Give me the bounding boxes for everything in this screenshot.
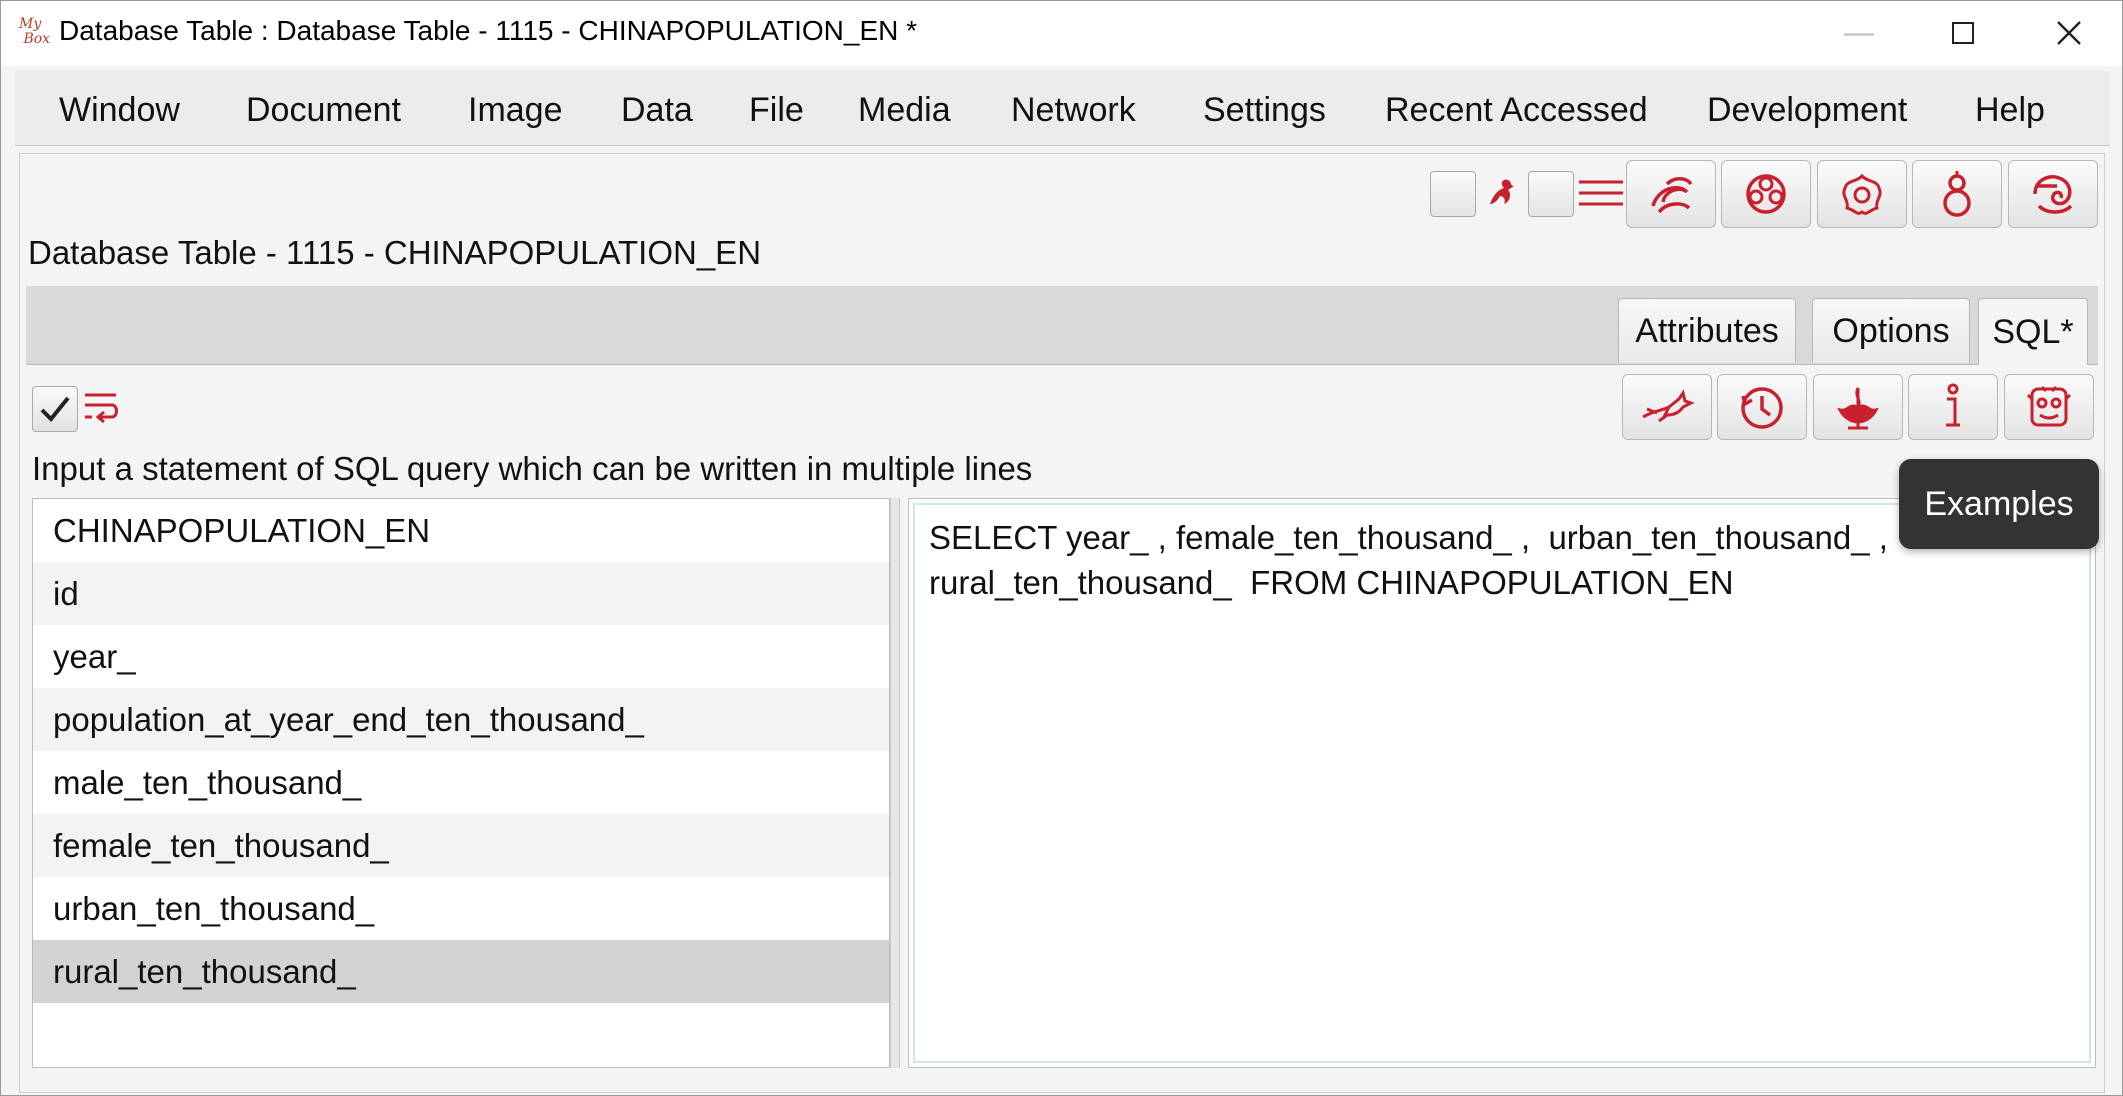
clear-button[interactable] — [1813, 374, 1903, 440]
sql-query-text[interactable]: SELECT year_ , female_ten_thousand_ , ur… — [929, 515, 1888, 605]
fields-list[interactable]: CHINAPOPULATION_EN id year_ population_a… — [32, 498, 890, 1068]
list-item[interactable]: id — [33, 562, 889, 625]
history-button[interactable] — [1717, 374, 1807, 440]
list-item[interactable]: population_at_year_end_ten_thousand_ — [33, 688, 889, 751]
list-item[interactable]: CHINAPOPULATION_EN — [33, 499, 889, 562]
swirl-button[interactable] — [1626, 160, 1716, 228]
menu-recent-accessed[interactable]: Recent Accessed — [1385, 91, 1648, 130]
sql-hint-label: Input a statement of SQL query which can… — [32, 450, 1033, 487]
tab-sql[interactable]: SQL* — [1978, 298, 2088, 365]
info-button[interactable] — [1908, 374, 1998, 440]
swirl-icon — [1651, 177, 1693, 214]
examples-tooltip: Examples — [1899, 459, 2099, 549]
gourd-icon — [1943, 171, 1971, 217]
menu-development[interactable]: Development — [1707, 91, 1907, 130]
tab-bar: Attributes Options SQL* — [26, 286, 2098, 365]
title-bar: My Box Database Table : Database Table -… — [1, 1, 2122, 66]
list-item-selected[interactable]: rural_ten_thousand_ — [33, 940, 889, 1003]
examples-icon — [2026, 385, 2072, 427]
cloud-swirl-button[interactable] — [2008, 160, 2098, 228]
menu-image[interactable]: Image — [468, 91, 563, 130]
app-logo-icon: My Box — [19, 16, 51, 47]
clear-icon — [1837, 387, 1879, 430]
info-icon — [1946, 383, 1960, 427]
maximize-icon — [1952, 22, 1974, 44]
menu-help[interactable]: Help — [1975, 91, 2045, 130]
tab-options[interactable]: Options — [1812, 298, 1970, 363]
checkmark-icon — [40, 396, 70, 422]
gourd-button[interactable] — [1912, 160, 2002, 228]
examples-button[interactable] — [2004, 374, 2094, 440]
wrap-lines-icon[interactable] — [80, 386, 122, 428]
split-divider[interactable] — [890, 498, 900, 1068]
toggle-checkbox-2[interactable] — [1528, 171, 1574, 217]
close-icon — [2057, 21, 2081, 45]
close-button[interactable] — [2039, 11, 2099, 55]
menu-window[interactable]: Window — [59, 91, 180, 130]
flower-button[interactable] — [1721, 160, 1811, 228]
tab-attributes[interactable]: Attributes — [1618, 298, 1796, 363]
main-panel: Database Table - 1115 - CHINAPOPULATION_… — [19, 153, 2105, 1093]
cloud-swirl-icon — [2033, 175, 2073, 214]
app-window: My Box Database Table : Database Table -… — [0, 0, 2123, 1096]
sql-query-line-2: rural_ten_thousand_ FROM CHINAPOPULATION… — [929, 564, 1734, 601]
list-item[interactable]: male_ten_thousand_ — [33, 751, 889, 814]
phoenix-icon[interactable] — [1482, 172, 1524, 214]
checked-checkbox[interactable] — [32, 386, 78, 432]
page-title: Database Table - 1115 - CHINAPOPULATION_… — [28, 234, 762, 271]
menu-document[interactable]: Document — [246, 91, 401, 130]
peony-button[interactable] — [1817, 160, 1907, 228]
maximize-button[interactable] — [1933, 11, 1993, 55]
menu-bar: Window Document Image Data File Media Ne… — [15, 71, 2110, 146]
minimize-button[interactable]: — — [1829, 11, 1889, 55]
menu-media[interactable]: Media — [858, 91, 951, 130]
sql-editor[interactable]: SELECT year_ , female_ten_thousand_ , ur… — [908, 498, 2096, 1068]
flower-icon — [1746, 174, 1786, 214]
history-icon — [1741, 387, 1783, 429]
sql-query-line-1: SELECT year_ , female_ten_thousand_ , ur… — [929, 519, 1888, 556]
run-button[interactable] — [1622, 374, 1712, 440]
list-item[interactable]: urban_ten_thousand_ — [33, 877, 889, 940]
menu-data[interactable]: Data — [621, 91, 693, 130]
window-title: Database Table : Database Table - 1115 -… — [59, 15, 918, 46]
toggle-checkbox-1[interactable] — [1430, 171, 1476, 217]
list-item[interactable]: year_ — [33, 625, 889, 688]
menu-settings[interactable]: Settings — [1203, 91, 1326, 130]
peony-icon — [1842, 173, 1882, 215]
menu-network[interactable]: Network — [1011, 91, 1136, 130]
menu-file[interactable]: File — [749, 91, 804, 130]
run-icon — [1642, 389, 1695, 423]
list-item[interactable]: female_ten_thousand_ — [33, 814, 889, 877]
lines-icon[interactable] — [1576, 172, 1626, 214]
sql-editor-focus-border: SELECT year_ , female_ten_thousand_ , ur… — [913, 503, 2091, 1063]
